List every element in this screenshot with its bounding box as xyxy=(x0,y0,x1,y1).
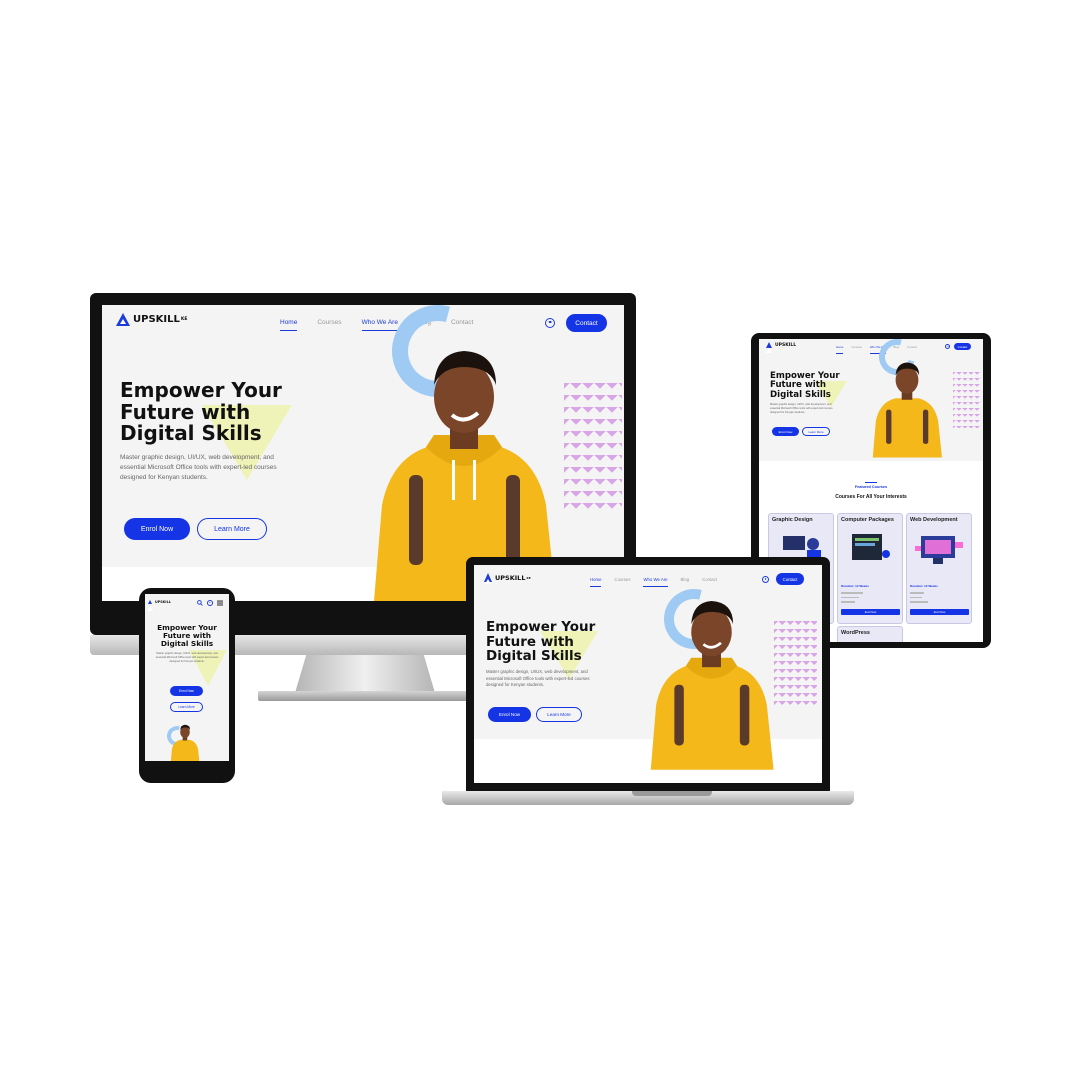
nav-courses[interactable]: Courses xyxy=(851,345,861,349)
brand-logo[interactable]: UPSKILL KE xyxy=(484,573,531,584)
logo-mark-icon xyxy=(766,342,772,353)
search-icon[interactable] xyxy=(197,600,203,606)
featured-title: Courses For All Your Interests xyxy=(835,494,907,500)
nav-courses[interactable]: Courses xyxy=(614,577,630,582)
nav-home[interactable]: Home xyxy=(590,577,602,587)
logo-mark-icon xyxy=(147,600,153,611)
user-icon[interactable] xyxy=(545,318,555,328)
nav-contact[interactable]: Contact xyxy=(702,577,717,582)
brand-logo[interactable]: UPSKILL xyxy=(147,600,171,611)
hero-headline-line-1: Empower Your xyxy=(120,378,282,402)
monitor-stand-neck xyxy=(295,655,435,693)
brand-logo[interactable]: UPSKILL xyxy=(766,342,797,353)
nav-who-we-are[interactable]: Who We Are xyxy=(361,319,399,331)
nav-blog[interactable]: Blog xyxy=(681,577,690,582)
course-card-web-development[interactable]: Web Development Duration: 12 Weeks Enrol… xyxy=(906,513,972,624)
hero-subtitle-line-3: designed for Kenyan students. xyxy=(169,660,205,664)
hero-headline: Empower Your Future with Digital Skills xyxy=(486,620,595,664)
brand-logo[interactable]: UPSKILL KE xyxy=(116,313,187,326)
hero-headline-line-2: Future with xyxy=(486,633,574,650)
hero-headline-line-1: Empower Your xyxy=(486,619,596,635)
user-icon[interactable] xyxy=(945,344,950,349)
decor-zigzag xyxy=(774,621,817,707)
hero-subtitle-line-2: essential Microsoft Office tools with ex… xyxy=(120,464,277,472)
brand-name: UPSKILL xyxy=(155,600,171,604)
phone-device: UPSKILL Empower Your Future with Digital… xyxy=(139,588,235,783)
computer-illustration-icon xyxy=(852,534,890,560)
decor-zigzag xyxy=(953,372,981,428)
learn-more-button[interactable]: Learn More xyxy=(536,707,582,722)
laptop-device: UPSKILL KE Home Courses Who We Are Blog C… xyxy=(442,557,854,807)
hero-subtitle-line-1: Master graphic design, UI/UX, web develo… xyxy=(486,669,588,674)
hero-headline-line-3: Digital Skills xyxy=(770,389,831,400)
hero-subtitle: Master graphic design, UI/UX, web develo… xyxy=(770,403,850,415)
logo-mark-icon xyxy=(484,573,492,584)
hero-headline: Empower Your Future with Digital Skills xyxy=(145,624,229,648)
web-illustration-icon xyxy=(915,536,963,564)
logo-mark-icon xyxy=(116,313,130,326)
course-card-wordpress[interactable]: WordPress xyxy=(837,626,903,642)
hero-headline-line-3: Digital Skills xyxy=(120,421,262,446)
enrol-now-button[interactable]: Enrol Now xyxy=(124,518,190,540)
hero-headline: Empower Your Future with Digital Skills xyxy=(120,378,282,446)
contact-button[interactable]: Contact xyxy=(776,573,804,585)
learn-more-button[interactable]: Learn More xyxy=(197,518,267,540)
card-title: Graphic Design xyxy=(772,517,813,523)
laptop-screen: UPSKILL KE Home Courses Who We Are Blog C… xyxy=(474,565,822,783)
hero-headline-line-2: Future with xyxy=(120,399,251,424)
student-photo xyxy=(872,362,942,458)
brand-name: UPSKILL xyxy=(133,314,180,325)
nav-home[interactable]: Home xyxy=(280,319,298,331)
learn-more-button[interactable]: Learn More xyxy=(802,427,830,436)
card-title: Computer Packages xyxy=(841,517,894,523)
brand-suffix: KE xyxy=(180,317,188,322)
card-duration: Duration: 12 Weeks xyxy=(910,584,938,588)
main-nav: Home Courses Who We Are Blog Contact xyxy=(590,577,717,587)
card-title: Web Development xyxy=(910,517,958,523)
contact-button[interactable]: Contact xyxy=(954,343,971,350)
user-icon[interactable] xyxy=(762,576,769,583)
phone-screen: UPSKILL Empower Your Future with Digital… xyxy=(145,594,229,761)
featured-divider xyxy=(865,482,877,483)
brand-suffix: KE xyxy=(526,575,531,580)
hero-subtitle-line-3: designed for Kenyan students. xyxy=(486,682,545,688)
card-feature-list xyxy=(841,592,863,603)
student-photo xyxy=(170,724,200,761)
laptop-notch xyxy=(632,791,712,796)
card-feature-list xyxy=(910,592,928,603)
nav-who-we-are[interactable]: Who We Are xyxy=(643,577,668,587)
enrol-now-button[interactable]: Enrol Now xyxy=(772,427,799,436)
hero-headline-line-3: Digital Skills xyxy=(160,638,214,648)
card-duration: Duration: 12 Weeks xyxy=(841,584,869,588)
brand-name: UPSKILL xyxy=(495,573,526,582)
hero-subtitle-line-2: essential Microsoft Office tools with ex… xyxy=(486,675,590,681)
menu-icon[interactable] xyxy=(217,600,223,606)
monitor-stand-base xyxy=(258,691,468,701)
hero-headline-line-3: Digital Skills xyxy=(486,648,582,665)
nav-home[interactable]: Home xyxy=(836,345,844,354)
hero-subtitle: Master graphic design, UI/UX, web develo… xyxy=(486,669,616,689)
nav-courses[interactable]: Courses xyxy=(317,319,341,326)
user-icon[interactable] xyxy=(207,600,213,606)
contact-button[interactable]: Contact xyxy=(566,314,607,332)
hero-headline: Empower Your Future with Digital Skills xyxy=(770,371,840,400)
hero-subtitle: Master graphic design, UI/UX, web develo… xyxy=(120,453,310,483)
hero-subtitle-line-1: Master graphic design, UI/UX, web develo… xyxy=(120,454,274,461)
enrol-now-button[interactable]: Enrol Now xyxy=(170,686,203,696)
card-enrol-button[interactable]: Enrol Now xyxy=(841,609,900,615)
learn-more-button[interactable]: Learn More xyxy=(170,702,203,712)
decor-zigzag xyxy=(564,383,622,515)
brand-name: UPSKILL xyxy=(775,342,797,348)
course-card-computer-packages[interactable]: Computer Packages Duration: 12 Weeks Enr… xyxy=(837,513,903,624)
card-enrol-button[interactable]: Enrol Now xyxy=(910,609,969,615)
student-photo xyxy=(650,601,774,770)
card-title: WordPress xyxy=(841,630,870,636)
featured-eyebrow: Featured Courses xyxy=(854,485,888,489)
enrol-now-button[interactable]: Enrol Now xyxy=(488,707,531,722)
hero-subtitle-line-3: designed for Kenyan students. xyxy=(770,411,806,415)
hero-subtitle: Master graphic design, UI/UX, web develo… xyxy=(149,652,225,664)
hero-subtitle-line-3: designed for Kenyan students. xyxy=(120,474,208,482)
